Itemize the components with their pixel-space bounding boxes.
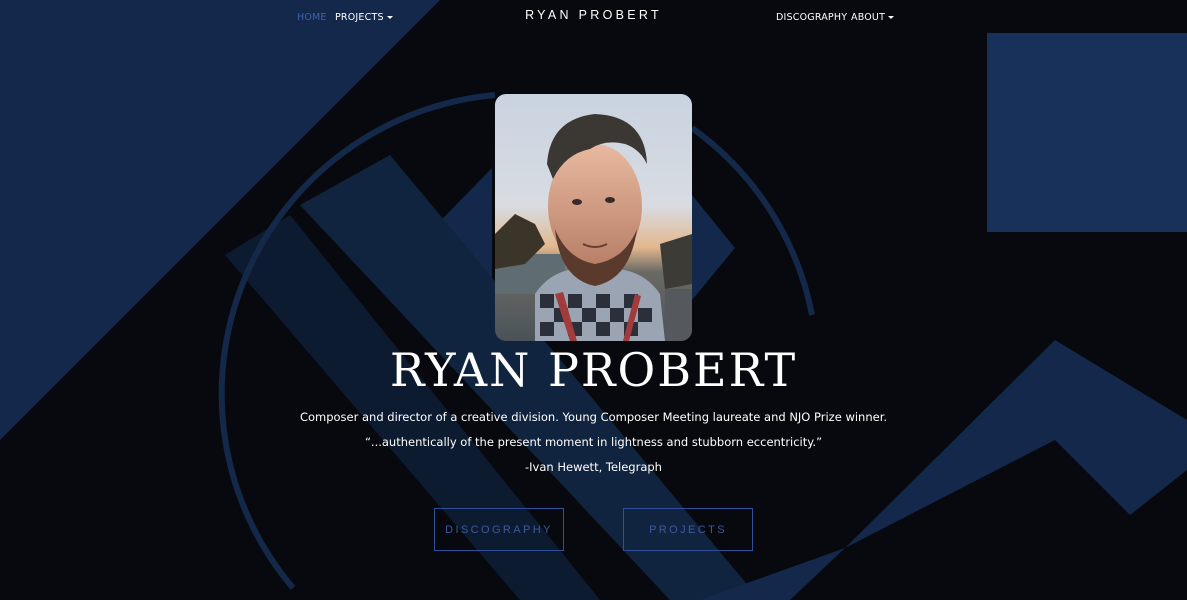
hero-bio: Composer and director of a creative divi… [299, 410, 888, 424]
top-navigation: HOME PROJECTS RYAN PROBERT DISCOGRAPHY A… [0, 0, 1187, 34]
hero-quote-attribution: -Ivan Hewett, Telegraph [525, 460, 662, 474]
background-shape-square [987, 33, 1187, 232]
caret-down-icon [888, 16, 895, 19]
site-brand[interactable]: RYAN PROBERT [0, 8, 1187, 22]
discography-button[interactable]: DISCOGRAPHY [434, 508, 564, 551]
nav-about-dropdown[interactable]: ABOUT [851, 12, 895, 23]
nav-discography-link[interactable]: DISCOGRAPHY [776, 12, 847, 23]
hero-name: RYAN PROBERT [389, 343, 798, 397]
projects-button[interactable]: PROJECTS [623, 508, 753, 551]
nav-about-label: ABOUT [851, 12, 886, 23]
hero-quote: “...authentically of the present moment … [364, 435, 823, 449]
profile-photo [495, 94, 692, 341]
